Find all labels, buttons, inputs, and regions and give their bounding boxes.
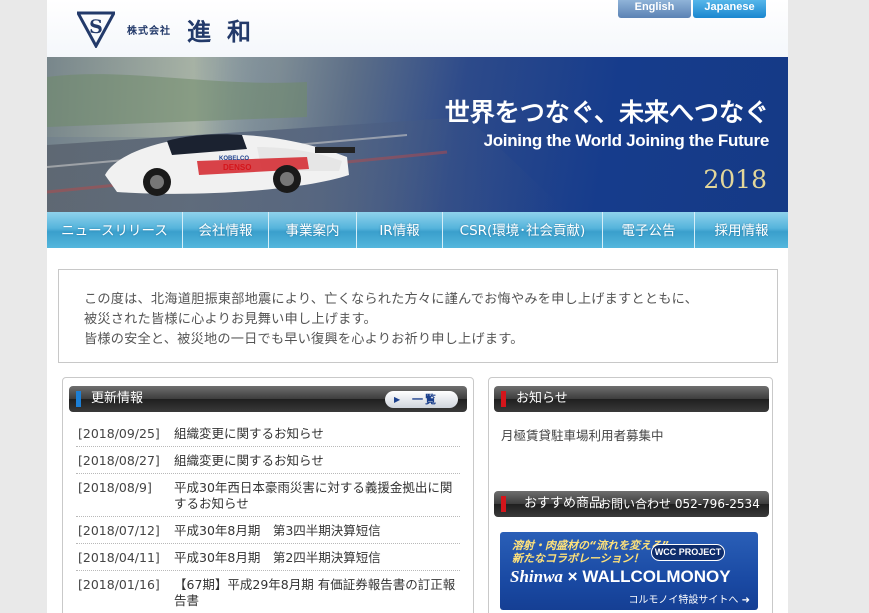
notice-line: この度は、北海道胆振東部地震により、亡くなられた方々に謹んでお悔やみを申し上げま… bbox=[84, 292, 698, 307]
news-heading: 更新情報 bbox=[91, 391, 144, 406]
news-title-link[interactable]: 平成30年8月期 第3四半期決算短信 bbox=[174, 523, 460, 539]
hero-year: 2018 bbox=[703, 165, 767, 194]
oshirase-heading: お知らせ bbox=[516, 391, 568, 406]
nav-ir[interactable]: IR情報 bbox=[357, 212, 443, 248]
svg-text:DENSO: DENSO bbox=[223, 163, 251, 172]
play-arrow-icon: ▶ bbox=[394, 395, 401, 404]
oshirase-header-bar: お知らせ bbox=[494, 386, 769, 412]
blue-tab-icon bbox=[76, 391, 81, 407]
news-title-link[interactable]: 組織変更に関するお知らせ bbox=[174, 426, 460, 442]
news-header-bar: 更新情報 ▶ 一覧 bbox=[69, 386, 467, 412]
wcc-project-banner[interactable]: 溶射・肉盛材の“流れを変える” 新たなコラボレーション！ WCC PROJECT… bbox=[500, 532, 758, 610]
banner-brand: Shinwa × WALLCOLMONOY bbox=[510, 567, 731, 586]
hero-title-jp: 世界をつなぐ、未来へつなぐ bbox=[444, 98, 769, 127]
news-date: [2018/08/27] bbox=[78, 453, 160, 468]
nav-business[interactable]: 事業案内 bbox=[269, 212, 357, 248]
main-nav: ニュースリリース 会社情報 事業案内 IR情報 CSR(環境･社会貢献) 電子公… bbox=[47, 212, 788, 248]
nav-company-info[interactable]: 会社情報 bbox=[183, 212, 269, 248]
list-item[interactable]: [2018/08/27] 組織変更に関するお知らせ bbox=[76, 447, 460, 474]
svg-text:KOBELCO: KOBELCO bbox=[219, 156, 249, 162]
list-item[interactable]: [2018/09/25] 組織変更に関するお知らせ bbox=[76, 420, 460, 447]
news-date: [2018/01/16] bbox=[78, 577, 160, 592]
sidebar-panel: お知らせ 月極賃貸駐車場利用者募集中 おすすめ商品 お問い合わせ 052-796… bbox=[488, 377, 773, 613]
company-type-label: 株式会社 bbox=[127, 26, 171, 37]
contact-phone[interactable]: お問い合わせ 052-796-2534 bbox=[599, 491, 760, 517]
company-name[interactable]: 進和 bbox=[187, 12, 267, 47]
lang-japanese-button[interactable]: Japanese bbox=[693, 0, 766, 18]
site-header: S 株式会社 進和 English Japanese bbox=[47, 0, 788, 57]
news-panel: 更新情報 ▶ 一覧 [2018/09/25] 組織変更に関するお知らせ [201… bbox=[62, 377, 474, 613]
news-list: [2018/09/25] 組織変更に関するお知らせ [2018/08/27] 組… bbox=[76, 420, 460, 613]
list-item[interactable]: [2018/07/12] 平成30年8月期 第3四半期決算短信 bbox=[76, 517, 460, 544]
news-title-link[interactable]: 平成30年西日本豪雨災害に対する義援金拠出に関するお知らせ bbox=[174, 480, 460, 512]
news-title-link[interactable]: 組織変更に関するお知らせ bbox=[174, 453, 460, 469]
svg-text:S: S bbox=[89, 16, 103, 38]
lang-english-button[interactable]: English bbox=[618, 0, 691, 18]
news-list-button[interactable]: ▶ 一覧 bbox=[385, 391, 458, 408]
news-date: [2018/09/25] bbox=[78, 426, 160, 441]
notice-line: 被災された皆様に心よりお見舞い申し上げます。 bbox=[84, 312, 377, 327]
nav-public-notice[interactable]: 電子公告 bbox=[603, 212, 695, 248]
notice-line: 皆様の安全と、被災地の一日でも早い復興を心よりお祈り申し上げます。 bbox=[84, 332, 524, 347]
condolence-notice: この度は、北海道胆振東部地震により、亡くなられた方々に謹んでお悔やみを申し上げま… bbox=[58, 269, 778, 363]
news-date: [2018/08/9] bbox=[78, 480, 152, 495]
recommend-heading: おすすめ商品 bbox=[524, 496, 603, 511]
list-item[interactable]: [2018/08/9] 平成30年西日本豪雨災害に対する義援金拠出に関するお知ら… bbox=[76, 474, 460, 517]
list-item[interactable]: [2018/04/11] 平成30年8月期 第2四半期決算短信 bbox=[76, 544, 460, 571]
news-date: [2018/04/11] bbox=[78, 550, 160, 565]
news-title-link[interactable]: 平成30年8月期 第2四半期決算短信 bbox=[174, 550, 460, 566]
recommend-header-bar: おすすめ商品 お問い合わせ 052-796-2534 bbox=[494, 491, 769, 517]
wcc-project-badge: WCC PROJECT bbox=[651, 544, 725, 561]
page: S 株式会社 進和 English Japanese DENSO KOBELCO… bbox=[47, 0, 788, 613]
list-item[interactable]: [2018/01/16] 【67期】平成29年8月期 有価証券報告書の訂正報告書 bbox=[76, 571, 460, 613]
nav-recruit[interactable]: 採用情報 bbox=[695, 212, 788, 248]
nav-news-release[interactable]: ニュースリリース bbox=[47, 212, 183, 248]
hero-banner: DENSO KOBELCO 世界をつなぐ、未来へつなぐ Joining the … bbox=[47, 57, 788, 212]
banner-link-text: コルモノイ特設サイトへ ➜ bbox=[628, 595, 750, 606]
banner-tagline: 溶射・肉盛材の“流れを変える” 新たなコラボレーション！ bbox=[512, 539, 669, 565]
nav-csr[interactable]: CSR(環境･社会貢献) bbox=[443, 212, 603, 248]
red-tab-icon bbox=[501, 496, 506, 512]
red-tab-icon bbox=[501, 391, 506, 407]
parking-notice-link[interactable]: 月極賃貸駐車場利用者募集中 bbox=[501, 425, 664, 444]
news-date: [2018/07/12] bbox=[78, 523, 160, 538]
news-title-link[interactable]: 【67期】平成29年8月期 有価証券報告書の訂正報告書 bbox=[174, 577, 460, 609]
hero-title-en: Joining the World Joining the Future bbox=[483, 131, 770, 150]
company-logo[interactable]: S bbox=[77, 10, 115, 48]
